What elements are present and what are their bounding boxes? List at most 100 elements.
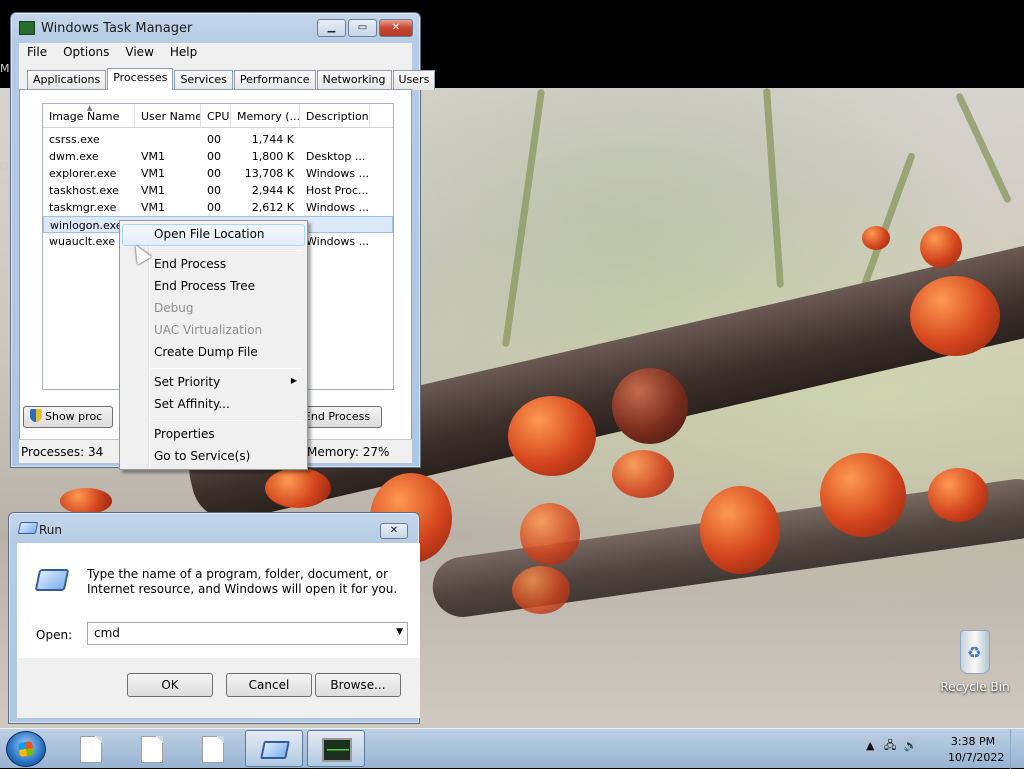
uac-shield-icon [30,409,42,422]
menu-uac-virtualization: UAC Virtualization [154,323,263,337]
task-manager-app-icon [19,21,35,35]
column-user-name[interactable]: User Name [135,104,201,127]
process-cell-user [135,131,201,148]
taskbar-clock[interactable]: 3:38 PM 10/7/2022 [948,734,1004,766]
tab-networking[interactable]: Networking [316,70,392,90]
start-button[interactable] [6,731,46,767]
run-close-button[interactable]: ✕ [380,523,408,539]
menu-separator [151,368,303,369]
task-manager-titlebar[interactable]: Windows Task Manager ▁ ▭ ✕ [11,13,420,43]
maximize-button[interactable]: ▭ [348,19,377,37]
process-cell-desc [301,217,371,232]
process-row[interactable]: dwm.exe VM1 00 1,800 K Desktop ... [43,148,393,165]
run-icon [260,741,290,759]
menu-options[interactable]: Options [55,43,117,63]
show-hidden-icons-icon[interactable]: ▲ [866,739,874,752]
document-icon [202,736,224,763]
taskbar-item-task-manager[interactable] [307,730,365,767]
recycle-bin[interactable]: Recycle Bin [940,630,1010,694]
taskbar-item-document-3[interactable] [182,730,240,767]
sort-ascending-icon: ▲ [87,104,93,112]
process-cell-mem: 1,744 K [251,133,294,146]
menu-separator [151,420,303,421]
volume-icon[interactable]: 🔊 [904,739,918,752]
clock-time: 3:38 PM [950,735,996,748]
menu-help[interactable]: Help [162,43,205,63]
process-cell-desc: Windows ... [306,167,370,180]
close-button[interactable]: ✕ [379,19,413,37]
status-memory: Memory: 27% [307,445,390,459]
column-image-name[interactable]: ▲ Image Name [43,104,135,127]
browse-button[interactable]: Browse... [315,673,401,697]
network-icon[interactable]: 🖧 [884,739,896,752]
task-manager-title: Windows Task Manager [41,21,193,36]
menu-view[interactable]: View [117,43,161,63]
column-cpu[interactable]: CPU [201,104,231,127]
task-manager-menubar: File Options View Help [19,43,412,63]
recycle-bin-icon [960,630,990,674]
process-cell-user: VM1 [141,150,166,163]
run-dialog-body: Type the name of a program, folder, docu… [17,543,420,658]
tab-services[interactable]: Services [174,70,233,90]
process-cell-cpu: 00 [207,201,221,214]
process-cell-user: VM1 [141,201,166,214]
tab-performance[interactable]: Performance [233,70,316,90]
menu-file[interactable]: File [19,43,55,63]
menu-open-file-location[interactable]: Open File Location [122,224,305,246]
open-input-value[interactable]: cmd [94,626,120,640]
menu-create-dump-file[interactable]: Create Dump File [122,342,305,364]
process-cell-desc [300,131,370,148]
tab-processes[interactable]: Processes [107,68,174,90]
column-memory[interactable]: Memory (... [231,104,300,127]
dropdown-arrow-icon[interactable]: ▼ [396,627,403,637]
task-manager-icon [322,738,352,762]
taskbar-item-document-2[interactable] [121,730,179,767]
process-cell-cpu: 00 [207,150,221,163]
process-cell-mem: 2,612 K [251,201,294,214]
show-processes-all-users-button[interactable]: Show proc [23,406,113,428]
menu-debug: Debug [154,301,194,315]
run-titlebar[interactable]: Run ✕ [9,513,419,543]
minimize-button[interactable]: ▁ [317,19,346,37]
process-cell-cpu: 00 [207,184,221,197]
ok-button[interactable]: OK [127,673,213,697]
menu-set-priority[interactable]: Set Priority ▶ [122,372,305,394]
show-desktop-button[interactable] [1010,729,1024,769]
submenu-arrow-icon: ▶ [290,376,297,385]
tab-users[interactable]: Users [392,70,436,90]
process-row[interactable]: taskmgr.exe VM1 00 2,612 K Windows ... [43,199,393,216]
run-dialog: Run ✕ Type the name of a program, folder… [8,512,420,724]
run-description: Type the name of a program, folder, docu… [87,567,398,596]
system-tray: ▲ 🖧 🔊 [866,737,917,756]
run-dialog-footer: OK Cancel Browse... [17,658,420,718]
tab-applications[interactable]: Applications [27,70,107,90]
taskbar-item-run[interactable] [245,730,303,767]
process-list-header: ▲ Image Name User Name CPU Memory (... D… [43,104,393,128]
recycle-bin-label: Recycle Bin [940,680,1010,694]
cancel-button[interactable]: Cancel [226,673,312,697]
process-row[interactable]: explorer.exe VM1 00 13,708 K Windows ... [43,165,393,182]
run-title: Run [39,523,63,537]
menu-properties[interactable]: Properties [122,424,305,446]
process-cell-user: VM1 [141,167,166,180]
menu-end-process-tree[interactable]: End Process Tree [122,276,305,298]
process-cell-desc: Windows ... [306,201,370,214]
process-cell-desc: Host Proc... [306,184,369,197]
process-cell-cpu: 00 [207,133,221,146]
windows-logo-icon [18,741,34,757]
process-cell-image: csrss.exe [49,133,100,146]
process-row[interactable]: taskhost.exe VM1 00 2,944 K Host Proc... [43,182,393,199]
process-cell-desc: Windows ... [306,235,370,248]
process-cell-mem: 1,800 K [251,150,294,163]
process-cell-desc: Desktop ... [306,150,366,163]
open-combobox[interactable]: cmd ▼ [87,622,408,645]
menu-go-to-services[interactable]: Go to Service(s) [122,446,305,468]
document-icon [80,736,102,763]
column-description[interactable]: Description [300,104,370,127]
process-row[interactable]: csrss.exe 00 1,744 K [43,131,393,148]
menu-set-affinity[interactable]: Set Affinity... [122,394,305,416]
process-cell-cpu: 00 [207,167,221,180]
process-cell-image: taskhost.exe [49,184,119,197]
taskbar-item-document-1[interactable] [60,730,118,767]
status-process-count: Processes: 34 [21,445,104,459]
